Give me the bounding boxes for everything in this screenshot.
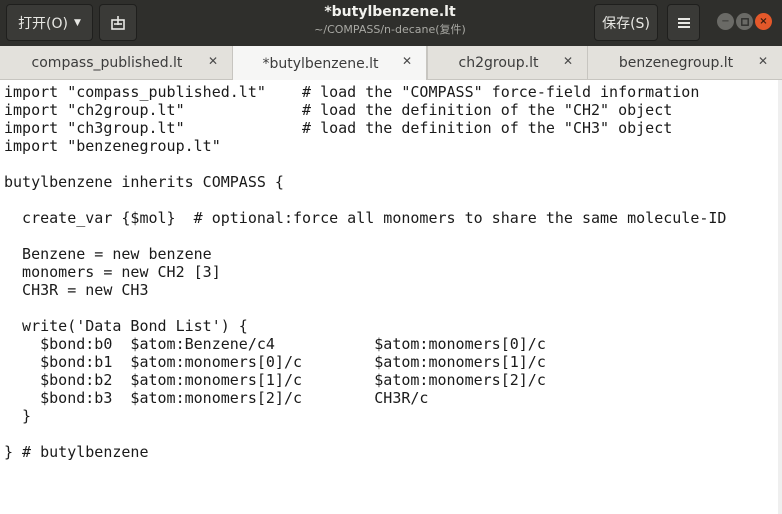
- header-bar: 打开(O) ▼ *butylbenzene.lt ~/COMPASS/n-dec…: [0, 0, 782, 46]
- code-line: import "ch3group.lt" # load the definiti…: [4, 119, 673, 137]
- code-line: CH3R = new CH3: [4, 281, 149, 299]
- tab-label: ch2group.lt: [458, 55, 539, 71]
- menu-button[interactable]: [667, 4, 700, 41]
- code-line: import "ch2group.lt" # load the definiti…: [4, 101, 673, 119]
- new-document-button[interactable]: [99, 4, 137, 41]
- code-line: $bond:b2 $atom:monomers[1]/c $atom:monom…: [4, 371, 546, 389]
- close-icon[interactable]: ✕: [402, 54, 412, 68]
- code-line: import "compass_published.lt" # load the…: [4, 83, 700, 101]
- tab-ch2group[interactable]: ch2group.lt ✕: [427, 46, 587, 80]
- save-button[interactable]: 保存(S): [594, 4, 658, 41]
- text-editor[interactable]: import "compass_published.lt" # load the…: [0, 80, 782, 514]
- close-icon[interactable]: ✕: [563, 54, 573, 68]
- vertical-scrollbar[interactable]: [778, 80, 782, 514]
- tab-butylbenzene[interactable]: *butylbenzene.lt ✕: [232, 46, 427, 81]
- code-line: } # butylbenzene: [4, 443, 149, 461]
- minimize-icon: −: [721, 15, 730, 27]
- chevron-down-icon: ▼: [74, 17, 81, 28]
- code-line: butylbenzene inherits COMPASS {: [4, 173, 284, 191]
- tab-label: benzenegroup.lt: [618, 55, 734, 71]
- close-icon[interactable]: ✕: [758, 54, 768, 68]
- tab-benzenegroup[interactable]: benzenegroup.lt ✕: [587, 46, 782, 80]
- close-icon[interactable]: ✕: [208, 54, 218, 68]
- code-line: write('Data Bond List') {: [4, 317, 248, 335]
- close-window-button[interactable]: ×: [755, 13, 772, 30]
- maximize-icon: [740, 17, 749, 26]
- code-line: import "benzenegroup.lt": [4, 137, 221, 155]
- tab-label: compass_published.lt: [31, 55, 183, 71]
- code-line: $bond:b0 $atom:Benzene/c4 $atom:monomers…: [4, 335, 546, 353]
- window-title: *butylbenzene.lt: [324, 4, 456, 20]
- code-line: $bond:b1 $atom:monomers[0]/c $atom:monom…: [4, 353, 546, 371]
- editor-content[interactable]: import "compass_published.lt" # load the…: [4, 83, 726, 461]
- code-line: create_var {$mol} # optional:force all m…: [4, 209, 727, 227]
- open-button[interactable]: 打开(O) ▼: [6, 4, 93, 41]
- code-line: }: [4, 407, 32, 425]
- code-line: $bond:b3 $atom:monomers[2]/c CH3R/c: [4, 389, 429, 407]
- hamburger-menu-icon: [677, 17, 690, 28]
- close-icon: ×: [759, 15, 768, 27]
- maximize-button[interactable]: [736, 13, 753, 30]
- tab-compass-published[interactable]: compass_published.lt ✕: [0, 46, 232, 80]
- code-line: Benzene = new benzene: [4, 245, 212, 263]
- window-title-block: *butylbenzene.lt ~/COMPASS/n-decane(复件): [240, 3, 540, 38]
- minimize-button[interactable]: −: [717, 13, 734, 30]
- window-subtitle: ~/COMPASS/n-decane(复件): [314, 23, 466, 36]
- tab-bar: compass_published.lt ✕ *butylbenzene.lt …: [0, 46, 782, 81]
- new-document-icon: [111, 15, 125, 30]
- code-line: monomers = new CH2 [3]: [4, 263, 221, 281]
- tab-label: *butylbenzene.lt: [262, 55, 379, 72]
- open-label: 打开(O): [18, 15, 69, 32]
